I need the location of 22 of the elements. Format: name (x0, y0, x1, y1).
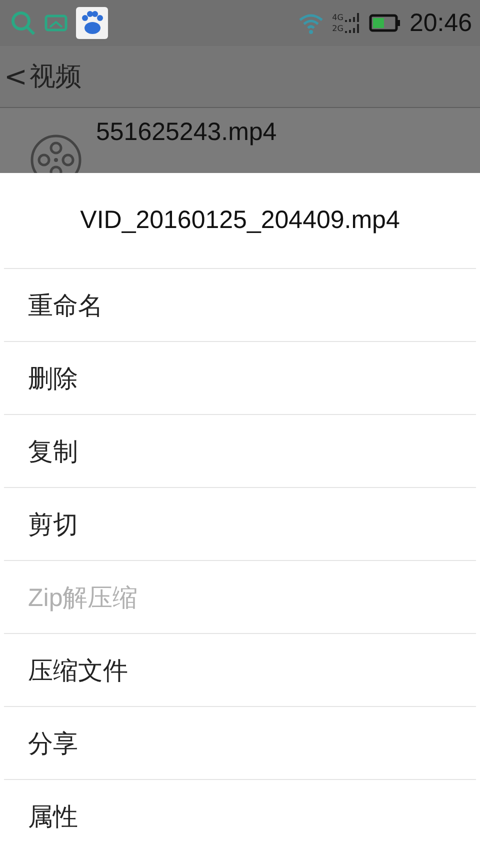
search-icon (10, 10, 36, 36)
signal-icon (345, 13, 362, 22)
sheet-title: VID_20160125_204409.mp4 (4, 173, 476, 269)
clock: 20:46 (409, 8, 472, 38)
network-label: 2G (332, 24, 344, 33)
menu-item[interactable]: 重命名 (4, 269, 476, 342)
menu-item[interactable]: 复制 (4, 415, 476, 488)
menu-item: Zip解压缩 (4, 561, 476, 634)
battery-icon (369, 14, 402, 32)
signal-icon (345, 24, 362, 33)
image-icon (44, 13, 68, 33)
menu-item[interactable]: 属性 (4, 780, 476, 852)
menu-item[interactable]: 删除 (4, 342, 476, 415)
wifi-icon (298, 12, 324, 34)
menu-item[interactable]: 剪切 (4, 488, 476, 561)
paw-app-icon (76, 7, 108, 39)
network-label: 4G (332, 13, 344, 22)
file-name: 551625243.mp4 (96, 118, 277, 147)
menu-item[interactable]: 压缩文件 (4, 634, 476, 707)
menu-item[interactable]: 分享 (4, 707, 476, 780)
screen-title: 视频 (29, 61, 82, 94)
back-button[interactable]: < (0, 60, 30, 93)
